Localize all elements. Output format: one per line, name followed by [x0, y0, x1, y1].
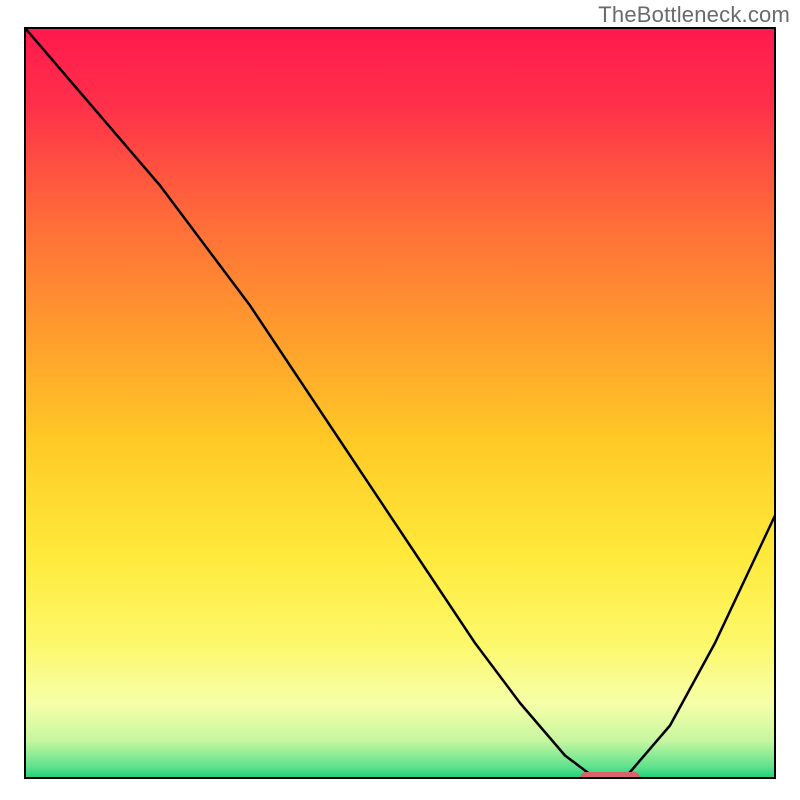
bottleneck-chart: [0, 0, 800, 800]
chart-container: TheBottleneck.com: [0, 0, 800, 800]
plot-background-gradient: [25, 28, 775, 778]
watermark-text: TheBottleneck.com: [598, 2, 790, 28]
